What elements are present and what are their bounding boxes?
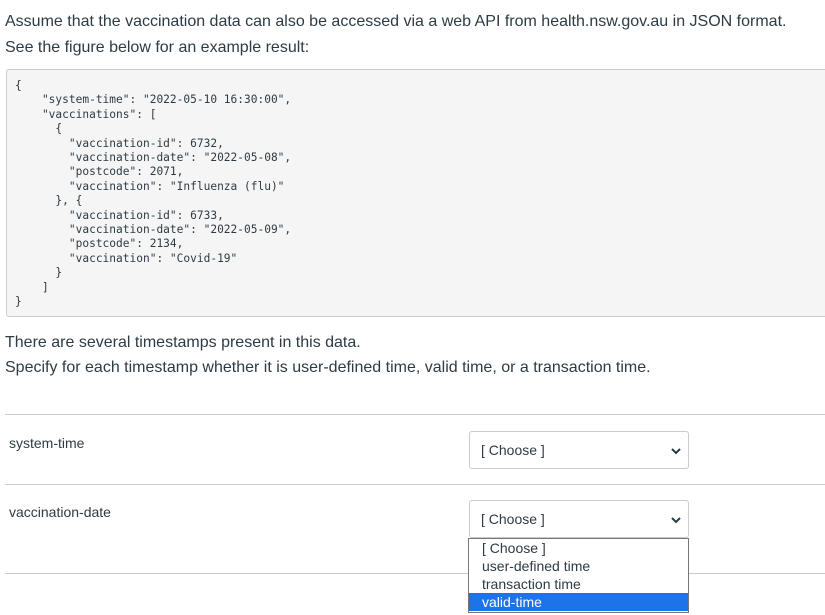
option-user-defined-time[interactable]: user-defined time xyxy=(469,557,688,575)
intro-line-2: See the figure below for an example resu… xyxy=(5,39,310,56)
row-divider xyxy=(5,484,825,485)
chevron-down-icon xyxy=(671,517,681,524)
option-valid-time[interactable]: valid-time xyxy=(469,593,688,611)
option-choose[interactable]: [ Choose ] xyxy=(469,539,688,557)
chevron-down-icon xyxy=(671,448,681,455)
answer-select-system-time[interactable]: [ Choose ] xyxy=(469,431,689,469)
select-value: [ Choose ] xyxy=(481,511,545,527)
question-prompt: There are several timestamps present in … xyxy=(5,330,820,380)
row-divider xyxy=(5,414,825,415)
answer-label-system-time: system-time xyxy=(9,435,85,451)
row-divider xyxy=(5,573,825,574)
prompt-line-2: Specify for each timestamp whether it is… xyxy=(5,359,651,376)
select-value: [ Choose ] xyxy=(481,442,545,458)
intro-line-1: Assume that the vaccination data can als… xyxy=(5,13,787,30)
answer-select-vaccination-date[interactable]: [ Choose ] xyxy=(469,500,689,538)
select-options-list[interactable]: [ Choose ] user-defined time transaction… xyxy=(468,538,689,613)
option-transaction-time[interactable]: transaction time xyxy=(469,575,688,593)
prompt-line-1: There are several timestamps present in … xyxy=(5,334,361,351)
answer-label-vaccination-date: vaccination-date xyxy=(9,504,111,520)
json-code-sample: { "system-time": "2022-05-10 16:30:00", … xyxy=(6,69,825,317)
question-intro: Assume that the vaccination data can als… xyxy=(5,9,820,61)
